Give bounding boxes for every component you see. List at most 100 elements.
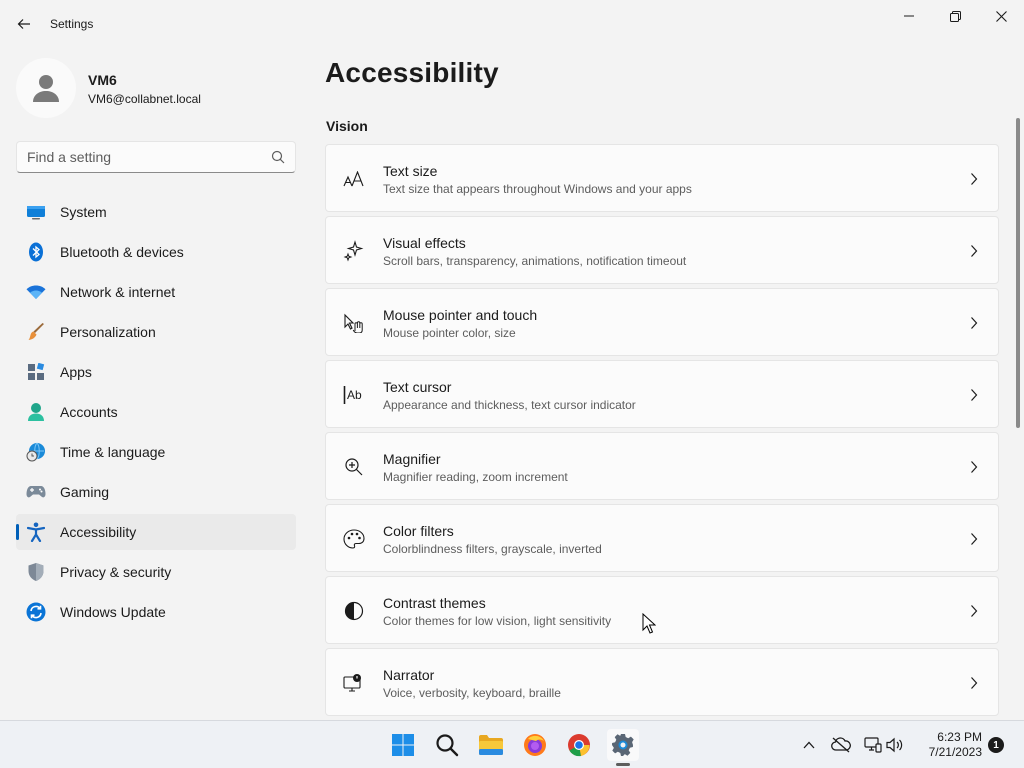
sidebar-item-accounts[interactable]: Accounts — [16, 394, 296, 430]
sidebar-item-gaming[interactable]: Gaming — [16, 474, 296, 510]
sidebar-item-label: System — [60, 204, 107, 220]
volume-tray-button[interactable] — [885, 735, 905, 755]
card-title: Magnifier — [383, 451, 441, 467]
sidebar-item-system[interactable]: System — [16, 194, 296, 230]
sidebar-item-network[interactable]: Network & internet — [16, 274, 296, 310]
chevron-right-icon — [968, 603, 980, 619]
active-app-indicator — [616, 763, 630, 766]
taskbar: 6:23 PM 7/21/2023 1 — [0, 720, 1024, 768]
settings-list: Text size Text size that appears through… — [325, 144, 999, 720]
minimize-button[interactable] — [886, 0, 932, 32]
file-explorer-icon — [479, 735, 503, 755]
avatar[interactable] — [16, 58, 76, 118]
chevron-right-icon — [968, 171, 980, 187]
sidebar-item-label: Time & language — [60, 444, 166, 460]
sidebar-item-time-language[interactable]: Time & language — [16, 434, 296, 470]
scrollbar-thumb[interactable] — [1016, 118, 1020, 428]
search-icon — [436, 734, 459, 757]
close-button[interactable] — [978, 0, 1024, 32]
sidebar-item-apps[interactable]: Apps — [16, 354, 296, 390]
card-title: Mouse pointer and touch — [383, 307, 538, 323]
sidebar-item-label: Network & internet — [60, 284, 176, 300]
card-description: Color themes for low vision, light sensi… — [383, 614, 612, 628]
card-description: Mouse pointer color, size — [383, 326, 516, 340]
chrome-icon — [568, 734, 590, 757]
sidebar-item-label: Privacy & security — [60, 564, 172, 580]
card-description: Scroll bars, transparency, animations, n… — [383, 254, 687, 268]
sidebar-item-label: Bluetooth & devices — [60, 244, 184, 260]
card-title: Text cursor — [383, 379, 452, 395]
sidebar-item-label: Personalization — [60, 324, 156, 340]
back-arrow-icon — [17, 19, 30, 29]
card-visual-effects[interactable]: Visual effects Scroll bars, transparency… — [325, 216, 999, 284]
card-text-size[interactable]: Text size Text size that appears through… — [325, 144, 999, 212]
card-text-cursor[interactable]: Ab Text cursor Appearance and thickness,… — [325, 360, 999, 428]
show-hidden-icons-button[interactable] — [799, 735, 819, 755]
start-button[interactable] — [387, 729, 419, 761]
firefox-icon — [524, 734, 546, 756]
text-size-icon — [342, 167, 366, 191]
chevron-right-icon — [968, 315, 980, 331]
sidebar-item-label: Gaming — [60, 484, 110, 500]
pointer-touch-icon — [342, 311, 366, 335]
title-bar: Settings — [0, 0, 1024, 48]
card-title: Visual effects — [383, 235, 466, 251]
close-icon — [995, 10, 1007, 22]
search-icon[interactable] — [271, 150, 285, 169]
apps-icon — [26, 362, 46, 382]
file-explorer-button[interactable] — [475, 729, 507, 761]
user-email: VM6@collabnet.local — [88, 92, 201, 106]
restore-icon — [949, 10, 961, 22]
card-title: Narrator — [383, 667, 435, 683]
card-description: Voice, verbosity, keyboard, braille — [383, 686, 561, 700]
search-input[interactable] — [17, 149, 257, 165]
chrome-button[interactable] — [563, 729, 595, 761]
network-tray-button[interactable] — [863, 735, 883, 755]
sidebar-item-windows-update[interactable]: Windows Update — [16, 594, 296, 630]
page-title: Accessibility — [325, 57, 499, 88]
sidebar-item-label: Windows Update — [60, 604, 166, 620]
person-icon — [33, 75, 59, 102]
shield-icon — [26, 562, 46, 582]
firefox-button[interactable] — [519, 729, 551, 761]
clock[interactable]: 6:23 PM 7/21/2023 — [916, 730, 982, 760]
onedrive-tray-button[interactable] — [831, 735, 851, 755]
maximize-button[interactable] — [932, 0, 978, 32]
sidebar-item-bluetooth[interactable]: Bluetooth & devices — [16, 234, 296, 270]
card-description: Appearance and thickness, text cursor in… — [383, 398, 636, 412]
globe-clock-icon — [26, 442, 46, 462]
network-icon — [864, 737, 882, 753]
chevron-up-icon — [803, 741, 815, 749]
chevron-right-icon — [968, 387, 980, 403]
sidebar-item-accessibility[interactable]: Accessibility — [16, 514, 296, 550]
text-cursor-icon: Ab — [342, 383, 366, 407]
svg-text:Ab: Ab — [347, 388, 362, 402]
card-title: Contrast themes — [383, 595, 486, 611]
card-description: Colorblindness filters, grayscale, inver… — [383, 542, 602, 556]
card-magnifier[interactable]: Magnifier Magnifier reading, zoom increm… — [325, 432, 999, 500]
card-mouse-pointer[interactable]: Mouse pointer and touch Mouse pointer co… — [325, 288, 999, 356]
windows-start-icon — [392, 734, 414, 756]
card-narrator[interactable]: Narrator Voice, verbosity, keyboard, bra… — [325, 648, 999, 716]
card-description: Magnifier reading, zoom increment — [383, 470, 568, 484]
chevron-right-icon — [968, 531, 980, 547]
taskbar-search-button[interactable] — [431, 729, 463, 761]
chevron-right-icon — [968, 675, 980, 691]
notification-badge[interactable]: 1 — [988, 737, 1004, 753]
card-title: Color filters — [383, 523, 454, 539]
back-button[interactable] — [10, 10, 38, 38]
sidebar-item-label: Accounts — [60, 404, 118, 420]
update-icon — [26, 602, 46, 622]
sidebar-item-label: Apps — [60, 364, 92, 380]
sidebar-item-privacy[interactable]: Privacy & security — [16, 554, 296, 590]
contrast-icon — [342, 599, 366, 623]
card-color-filters[interactable]: Color filters Colorblindness filters, gr… — [325, 504, 999, 572]
search-box[interactable] — [16, 141, 296, 173]
clock-date: 7/21/2023 — [928, 745, 982, 759]
card-description: Text size that appears throughout Window… — [383, 182, 692, 196]
settings-taskbar-button[interactable] — [607, 729, 639, 761]
section-title: Vision — [326, 118, 368, 134]
card-contrast-themes[interactable]: Contrast themes Color themes for low vis… — [325, 576, 999, 644]
sidebar-item-personalization[interactable]: Personalization — [16, 314, 296, 350]
bluetooth-icon — [26, 242, 46, 262]
